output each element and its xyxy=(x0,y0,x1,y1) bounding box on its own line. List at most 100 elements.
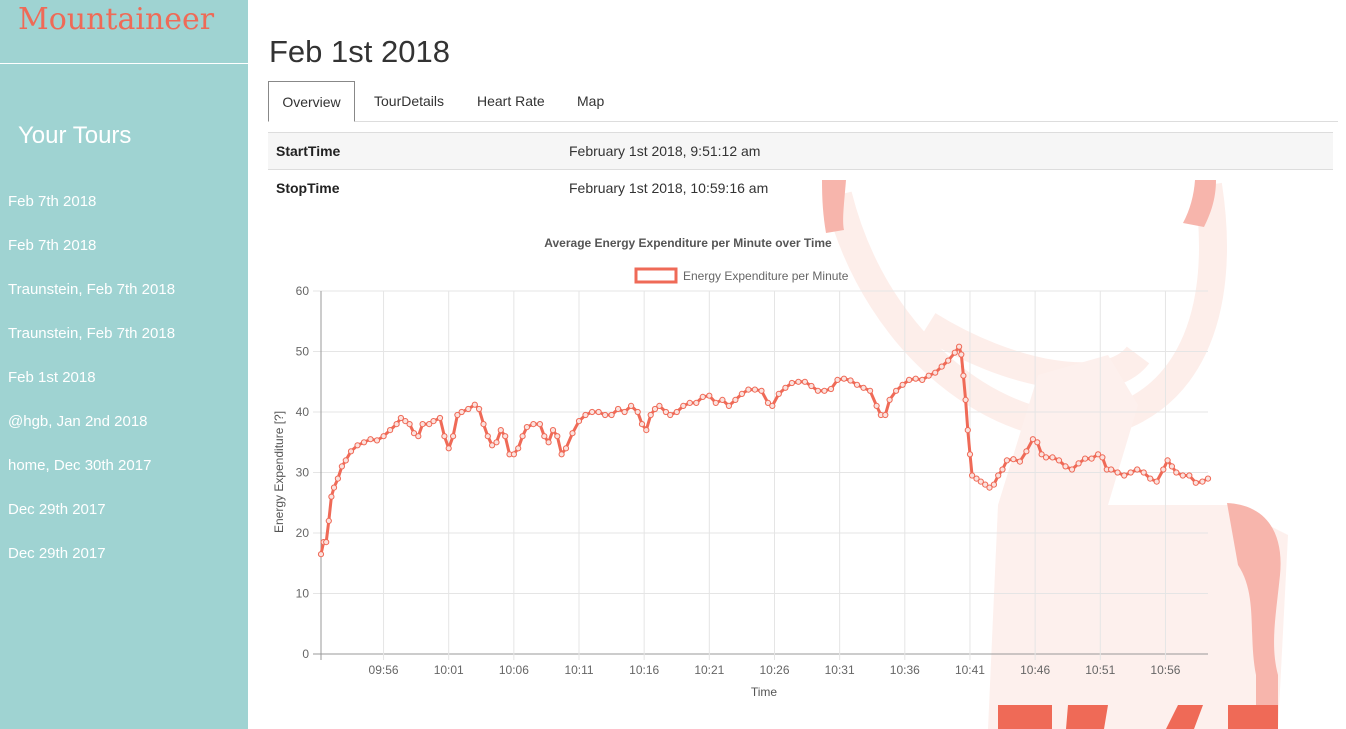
tour-item[interactable]: Dec 29th 2017 xyxy=(8,543,175,587)
data-point xyxy=(962,396,969,403)
data-point xyxy=(436,414,444,422)
legend-swatch[interactable] xyxy=(634,267,678,284)
tour-item[interactable]: Feb 7th 2018 xyxy=(8,235,175,279)
data-point xyxy=(853,381,861,388)
data-point xyxy=(589,408,596,416)
data-point xyxy=(510,451,517,458)
data-point xyxy=(680,402,687,409)
tab-bar: Overview TourDetails Heart Rate Map xyxy=(268,81,1338,122)
data-point xyxy=(738,390,745,397)
data-point xyxy=(840,375,848,382)
data-point xyxy=(706,392,713,399)
data-point xyxy=(1023,448,1030,455)
x-tick-label: 10:36 xyxy=(890,663,920,677)
tab-overview[interactable]: Overview xyxy=(268,81,355,122)
data-point xyxy=(628,402,635,409)
table-row: StartTime February 1st 2018, 9:51:12 am xyxy=(268,132,1333,170)
data-point xyxy=(480,421,487,428)
data-point xyxy=(360,439,368,446)
data-point xyxy=(643,427,650,434)
data-point xyxy=(415,433,422,440)
tab-heart-rate[interactable]: Heart Rate xyxy=(477,81,545,122)
data-point xyxy=(919,376,926,383)
data-point xyxy=(367,436,374,443)
data-point xyxy=(1186,472,1193,479)
data-point xyxy=(951,349,958,356)
data-point xyxy=(1204,475,1212,482)
data-point xyxy=(347,448,355,455)
data-point xyxy=(493,439,500,446)
data-point xyxy=(775,390,782,397)
tour-item[interactable]: Feb 1st 2018 xyxy=(8,367,175,411)
data-point xyxy=(814,387,822,394)
data-point xyxy=(1099,454,1106,461)
data-point xyxy=(647,411,654,419)
data-point xyxy=(615,405,622,413)
data-point xyxy=(445,445,452,452)
data-point xyxy=(342,457,349,464)
data-point xyxy=(719,396,726,403)
data-point xyxy=(801,378,809,385)
data-point xyxy=(1068,466,1076,473)
tour-list: Feb 7th 2018 Feb 7th 2018 Traunstein, Fe… xyxy=(8,191,175,587)
data-point xyxy=(893,387,900,394)
tour-item[interactable]: home, Dec 30th 2017 xyxy=(8,455,175,499)
data-point xyxy=(1199,478,1206,485)
data-point xyxy=(330,484,338,491)
tour-item[interactable]: Feb 7th 2018 xyxy=(8,191,175,235)
data-point xyxy=(867,387,874,394)
data-point xyxy=(406,421,413,428)
data-point xyxy=(582,411,589,419)
data-point xyxy=(334,475,342,482)
data-point xyxy=(1010,456,1017,463)
energy-chart: Average Energy Expenditure per Minute ov… xyxy=(272,236,1212,699)
main-content: Feb 1st 2018 Overview TourDetails Heart … xyxy=(248,0,1346,729)
tour-item[interactable]: Dec 29th 2017 xyxy=(8,499,175,543)
data-point xyxy=(1134,466,1141,473)
data-point xyxy=(966,451,974,458)
sidebar-divider xyxy=(0,63,248,64)
start-time-value: February 1st 2018, 9:51:12 am xyxy=(561,132,1333,170)
y-tick-label: 10 xyxy=(296,587,310,601)
tab-tourdetails[interactable]: TourDetails xyxy=(374,81,444,122)
chart-grid: 0 10 20 30 40 50 60 09:56 10:01 10:06 10:11 10:16 10… xyxy=(296,284,1208,677)
y-tick-label: 60 xyxy=(296,284,310,298)
data-point xyxy=(1173,469,1180,476)
data-point xyxy=(1179,472,1186,479)
brand-logo[interactable]: Mountaineer xyxy=(18,2,214,37)
data-point xyxy=(1003,457,1011,464)
legend-label[interactable]: Energy Expenditure per Minute xyxy=(683,269,849,283)
data-point xyxy=(1127,469,1134,476)
y-tick-label: 50 xyxy=(296,345,310,359)
data-point xyxy=(827,385,835,393)
data-point xyxy=(995,472,1002,479)
data-point xyxy=(751,386,758,393)
data-point xyxy=(545,439,552,446)
data-point xyxy=(1160,466,1167,473)
page-title: Feb 1st 2018 xyxy=(269,34,450,69)
chart-title: Average Energy Expenditure per Minute ov… xyxy=(544,236,832,250)
data-point xyxy=(656,402,663,409)
data-point xyxy=(621,408,628,416)
data-point xyxy=(964,427,971,434)
x-tick-label: 10:01 xyxy=(434,663,464,677)
data-point xyxy=(673,408,680,416)
tab-map[interactable]: Map xyxy=(577,81,604,122)
data-point xyxy=(1140,469,1147,476)
data-point xyxy=(821,387,828,394)
data-point xyxy=(536,421,543,428)
tour-item[interactable]: Traunstein, Feb 7th 2018 xyxy=(8,323,175,367)
table-row: StopTime February 1st 2018, 10:59:16 am xyxy=(268,169,1333,207)
data-point xyxy=(873,402,880,409)
data-point xyxy=(732,396,739,403)
data-point xyxy=(667,411,674,419)
data-point xyxy=(328,493,335,500)
data-point xyxy=(912,375,919,382)
data-point xyxy=(441,433,448,440)
data-point xyxy=(758,387,765,394)
data-point xyxy=(602,411,609,419)
tour-item[interactable]: @hgb, Jan 2nd 2018 xyxy=(8,411,175,455)
data-point xyxy=(686,399,693,406)
tour-item[interactable]: Traunstein, Feb 7th 2018 xyxy=(8,279,175,323)
data-point xyxy=(1082,455,1089,462)
